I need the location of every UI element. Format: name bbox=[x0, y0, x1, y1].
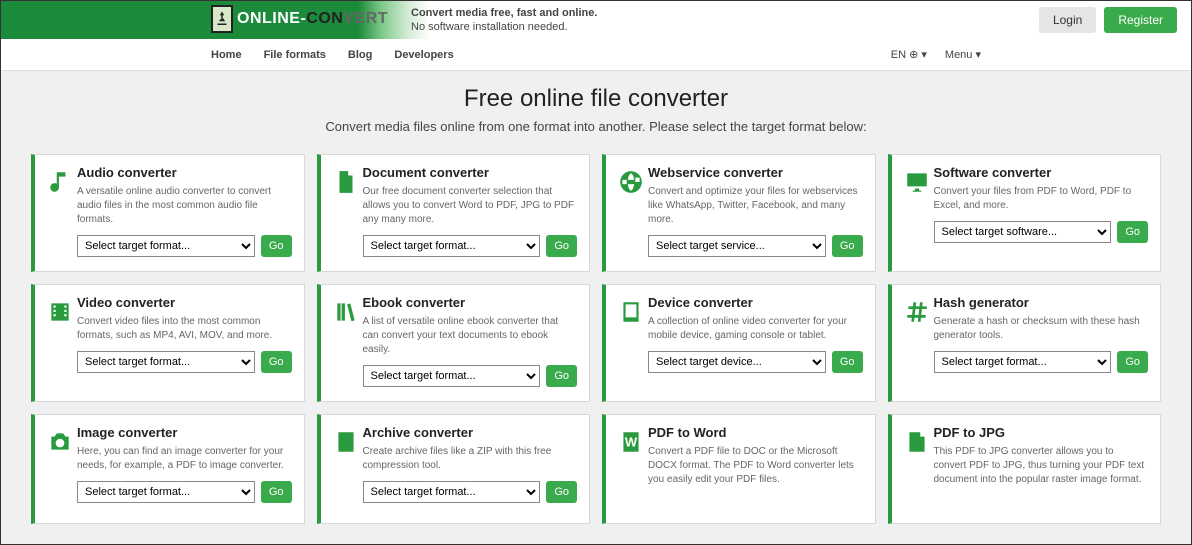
card-description: Our free document converter selection th… bbox=[363, 185, 578, 227]
card-description: Convert video files into the most common… bbox=[77, 315, 292, 343]
word-icon bbox=[618, 425, 648, 509]
target-format-select[interactable]: Select target format... bbox=[363, 481, 541, 503]
converter-card: PDF to JPG This PDF to JPG converter allo… bbox=[888, 414, 1162, 524]
card-title[interactable]: Image converter bbox=[77, 425, 292, 440]
card-title[interactable]: Ebook converter bbox=[363, 295, 578, 310]
nav-developers[interactable]: Developers bbox=[394, 49, 453, 61]
go-button[interactable]: Go bbox=[546, 235, 577, 257]
target-format-select[interactable]: Select target software... bbox=[934, 221, 1112, 243]
tagline: Convert media free, fast and online. No … bbox=[411, 6, 597, 35]
converter-card: Device converter A collection of online v… bbox=[602, 284, 876, 402]
nav-file-formats[interactable]: File formats bbox=[264, 49, 326, 61]
card-description: Create archive files like a ZIP with thi… bbox=[363, 445, 578, 473]
nav-left: Home File formats Blog Developers bbox=[211, 49, 454, 61]
target-format-select[interactable]: Select target format... bbox=[77, 235, 255, 257]
card-description: A versatile online audio converter to co… bbox=[77, 185, 292, 227]
card-description: A collection of online video converter f… bbox=[648, 315, 863, 343]
jpg-icon bbox=[904, 425, 934, 509]
card-title[interactable]: Device converter bbox=[648, 295, 863, 310]
film-icon bbox=[47, 295, 77, 387]
tablet-icon bbox=[618, 295, 648, 387]
go-button[interactable]: Go bbox=[261, 235, 292, 257]
converter-card: Video converter Convert video files into … bbox=[31, 284, 305, 402]
card-title[interactable]: Document converter bbox=[363, 165, 578, 180]
logo-text-pre: ONLINE- bbox=[237, 10, 306, 27]
target-format-select[interactable]: Select target service... bbox=[648, 235, 826, 257]
menu-dropdown[interactable]: Menu ▾ bbox=[945, 48, 981, 61]
go-button[interactable]: Go bbox=[1117, 221, 1148, 243]
converter-card: Webservice converter Convert and optimize… bbox=[602, 154, 876, 272]
books-icon bbox=[333, 295, 363, 387]
auth-buttons: Login Register bbox=[1039, 7, 1177, 33]
go-button[interactable]: Go bbox=[261, 481, 292, 503]
target-format-select[interactable]: Select target format... bbox=[363, 365, 541, 387]
target-format-select[interactable]: Select target format... bbox=[934, 351, 1112, 373]
converter-card: Software converter Convert your files fro… bbox=[888, 154, 1162, 272]
globe-icon bbox=[618, 165, 648, 257]
logo-icon bbox=[211, 5, 233, 33]
converter-card: Ebook converter A list of versatile onlin… bbox=[317, 284, 591, 402]
nav-blog[interactable]: Blog bbox=[348, 49, 372, 61]
register-button[interactable]: Register bbox=[1104, 7, 1177, 33]
archive-icon bbox=[333, 425, 363, 509]
music-icon bbox=[47, 165, 77, 257]
card-description: This PDF to JPG converter allows you to … bbox=[934, 445, 1149, 487]
card-title[interactable]: Video converter bbox=[77, 295, 292, 310]
hero: Free online file converter Convert media… bbox=[1, 71, 1191, 144]
converter-card: Archive converter Create archive files li… bbox=[317, 414, 591, 524]
card-title[interactable]: PDF to Word bbox=[648, 425, 863, 440]
go-button[interactable]: Go bbox=[832, 351, 863, 373]
go-button[interactable]: Go bbox=[546, 365, 577, 387]
card-description: Generate a hash or checksum with these h… bbox=[934, 315, 1149, 343]
nav-right: EN ⊕ ▾ Menu ▾ bbox=[891, 48, 981, 61]
page-subtitle: Convert media files online from one form… bbox=[1, 119, 1191, 134]
converter-card: Image converter Here, you can find an ima… bbox=[31, 414, 305, 524]
converter-card: PDF to Word Convert a PDF file to DOC or … bbox=[602, 414, 876, 524]
card-title[interactable]: Webservice converter bbox=[648, 165, 863, 180]
go-button[interactable]: Go bbox=[546, 481, 577, 503]
go-button[interactable]: Go bbox=[832, 235, 863, 257]
card-description: Convert a PDF file to DOC or the Microso… bbox=[648, 445, 863, 487]
converter-card: Audio converter A versatile online audio … bbox=[31, 154, 305, 272]
card-description: Convert your files from PDF to Word, PDF… bbox=[934, 185, 1149, 213]
tagline-sub: No software installation needed. bbox=[411, 21, 568, 33]
card-description: Here, you can find an image converter fo… bbox=[77, 445, 292, 473]
top-bar: ONLINE-CONVERT Convert media free, fast … bbox=[1, 1, 1191, 39]
target-format-select[interactable]: Select target format... bbox=[363, 235, 541, 257]
language-selector[interactable]: EN ⊕ ▾ bbox=[891, 48, 927, 61]
tagline-bold: Convert media free, fast and online. bbox=[411, 6, 597, 20]
navbar: Home File formats Blog Developers EN ⊕ ▾… bbox=[1, 39, 1191, 71]
logo[interactable]: ONLINE-CONVERT bbox=[211, 5, 388, 33]
logo-text-post: VERT bbox=[343, 10, 388, 27]
card-description: Convert and optimize your files for webs… bbox=[648, 185, 863, 227]
converter-grid: Audio converter A versatile online audio … bbox=[1, 144, 1191, 544]
card-title[interactable]: Software converter bbox=[934, 165, 1149, 180]
monitor-icon bbox=[904, 165, 934, 257]
target-format-select[interactable]: Select target format... bbox=[77, 481, 255, 503]
converter-card: Document converter Our free document conv… bbox=[317, 154, 591, 272]
go-button[interactable]: Go bbox=[261, 351, 292, 373]
card-description: A list of versatile online ebook convert… bbox=[363, 315, 578, 357]
target-format-select[interactable]: Select target device... bbox=[648, 351, 826, 373]
nav-home[interactable]: Home bbox=[211, 49, 242, 61]
login-button[interactable]: Login bbox=[1039, 7, 1096, 33]
document-icon bbox=[333, 165, 363, 257]
page-title: Free online file converter bbox=[1, 85, 1191, 113]
camera-icon bbox=[47, 425, 77, 509]
target-format-select[interactable]: Select target format... bbox=[77, 351, 255, 373]
card-title[interactable]: PDF to JPG bbox=[934, 425, 1149, 440]
go-button[interactable]: Go bbox=[1117, 351, 1148, 373]
hash-icon bbox=[904, 295, 934, 387]
card-title[interactable]: Audio converter bbox=[77, 165, 292, 180]
card-title[interactable]: Hash generator bbox=[934, 295, 1149, 310]
logo-text-mid: CON bbox=[306, 10, 343, 27]
card-title[interactable]: Archive converter bbox=[363, 425, 578, 440]
converter-card: Hash generator Generate a hash or checksu… bbox=[888, 284, 1162, 402]
